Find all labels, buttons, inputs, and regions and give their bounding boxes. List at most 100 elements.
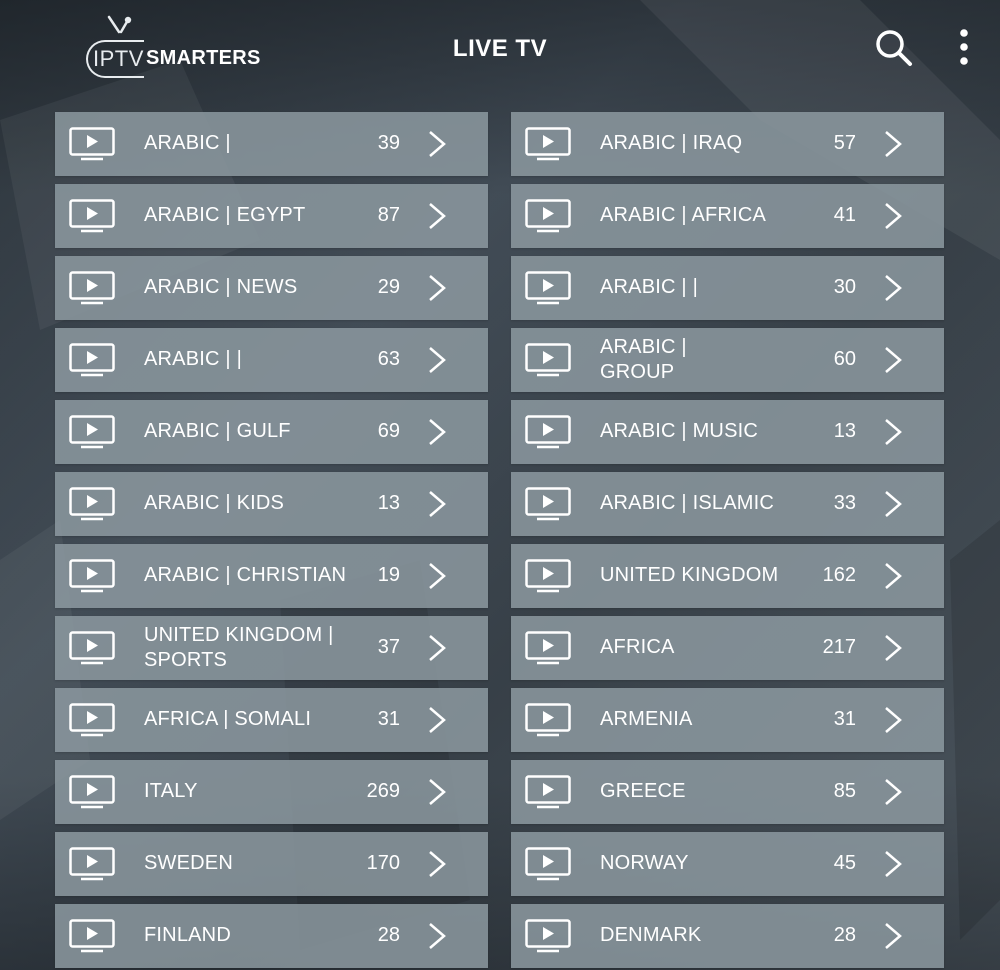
tv-play-icon	[525, 487, 571, 521]
tv-play-icon	[525, 415, 571, 449]
chevron-right-icon	[885, 923, 902, 949]
category-label: UNITED KINGDOM	[600, 564, 779, 587]
category-item[interactable]: SWEDEN 170	[55, 832, 488, 896]
tv-play-icon	[69, 271, 115, 305]
chevron-right-icon	[429, 275, 446, 301]
tv-play-icon	[525, 199, 571, 233]
category-item[interactable]: ARABIC | MUSIC 13	[511, 400, 944, 464]
tv-play-icon	[525, 559, 571, 593]
category-item[interactable]: GREECE 85	[511, 760, 944, 824]
channel-count: 19	[377, 564, 400, 587]
tv-play-icon	[69, 775, 115, 809]
channel-count: 170	[366, 852, 400, 875]
channel-count: 37	[377, 636, 400, 659]
channel-count: 29	[377, 276, 400, 299]
category-item[interactable]: ARABIC | IRAQ 57	[511, 112, 944, 176]
chevron-right-icon	[885, 275, 902, 301]
category-item[interactable]: UNITED KINGDOM | SPORTS 37	[55, 616, 488, 680]
more-options-button[interactable]	[950, 26, 978, 70]
chevron-right-icon	[885, 347, 902, 373]
category-label: SWEDEN	[144, 852, 233, 875]
category-item[interactable]: ARABIC | | 30	[511, 256, 944, 320]
chevron-right-icon	[885, 635, 902, 661]
category-label: ARABIC | |	[600, 276, 698, 299]
channel-count: 31	[377, 708, 400, 731]
category-item[interactable]: ARABIC | | 63	[55, 328, 488, 392]
chevron-right-icon	[429, 707, 446, 733]
category-label: DENMARK	[600, 924, 702, 947]
tv-play-icon	[69, 343, 115, 377]
category-label: ARABIC | NEWS	[144, 276, 298, 299]
chevron-right-icon	[885, 203, 902, 229]
tv-play-icon	[525, 343, 571, 377]
chevron-right-icon	[429, 203, 446, 229]
category-item[interactable]: ARABIC | GROUP 60	[511, 328, 944, 392]
more-vertical-icon	[960, 29, 968, 65]
category-item[interactable]: UNITED KINGDOM 162	[511, 544, 944, 608]
channel-count: 60	[833, 348, 856, 371]
chevron-right-icon	[885, 707, 902, 733]
category-item[interactable]: ARABIC | EGYPT 87	[55, 184, 488, 248]
channel-count: 33	[833, 492, 856, 515]
chevron-right-icon	[429, 491, 446, 517]
search-button[interactable]	[874, 28, 914, 68]
tv-play-icon	[69, 487, 115, 521]
chevron-right-icon	[429, 779, 446, 805]
category-label: AFRICA | SOMALI	[144, 708, 312, 731]
tv-play-icon	[69, 415, 115, 449]
tv-play-icon	[69, 703, 115, 737]
chevron-right-icon	[429, 635, 446, 661]
category-label: ARABIC |	[144, 132, 231, 155]
tv-play-icon	[69, 199, 115, 233]
category-item[interactable]: NORWAY 45	[511, 832, 944, 896]
category-label: UNITED KINGDOM | SPORTS	[144, 623, 334, 671]
channel-count: 13	[377, 492, 400, 515]
tv-play-icon	[525, 919, 571, 953]
tv-play-icon	[69, 631, 115, 665]
category-label: ARABIC | KIDS	[144, 492, 285, 515]
category-label: ARABIC | IRAQ	[600, 132, 743, 155]
channel-count: 41	[833, 204, 856, 227]
channel-count: 45	[833, 852, 856, 875]
chevron-right-icon	[429, 851, 446, 877]
search-icon	[876, 30, 912, 66]
chevron-right-icon	[885, 779, 902, 805]
category-item[interactable]: DENMARK 28	[511, 904, 944, 968]
category-item[interactable]: AFRICA | SOMALI 31	[55, 688, 488, 752]
chevron-right-icon	[885, 491, 902, 517]
category-item[interactable]: ARABIC | GULF 69	[55, 400, 488, 464]
category-label: ARABIC | MUSIC	[600, 420, 759, 443]
category-item[interactable]: ARABIC | AFRICA 41	[511, 184, 944, 248]
tv-play-icon	[525, 271, 571, 305]
app-header: IPTV SMARTERS LIVE TV	[0, 0, 1000, 100]
category-item[interactable]: FINLAND 28	[55, 904, 488, 968]
channel-count: 63	[377, 348, 400, 371]
chevron-right-icon	[885, 851, 902, 877]
channel-count: 69	[377, 420, 400, 443]
chevron-right-icon	[885, 131, 902, 157]
category-item[interactable]: ARABIC | ISLAMIC 33	[511, 472, 944, 536]
chevron-right-icon	[429, 347, 446, 373]
tv-play-icon	[525, 631, 571, 665]
channel-count: 31	[833, 708, 856, 731]
channel-count: 28	[377, 924, 400, 947]
category-item[interactable]: ARABIC | KIDS 13	[55, 472, 488, 536]
chevron-right-icon	[885, 563, 902, 589]
category-item[interactable]: AFRICA 217	[511, 616, 944, 680]
category-item[interactable]: ARMENIA 31	[511, 688, 944, 752]
category-item[interactable]: ITALY 269	[55, 760, 488, 824]
category-label: FINLAND	[144, 924, 231, 947]
chevron-right-icon	[429, 419, 446, 445]
tv-play-icon	[525, 703, 571, 737]
category-label: NORWAY	[600, 852, 689, 875]
category-item[interactable]: ARABIC | NEWS 29	[55, 256, 488, 320]
category-label: ARABIC | |	[144, 348, 242, 371]
tv-play-icon	[525, 847, 571, 881]
category-label: ARABIC | GULF	[144, 420, 291, 443]
category-label: ARABIC | AFRICA	[600, 204, 767, 227]
category-item[interactable]: ARABIC | CHRISTIAN 19	[55, 544, 488, 608]
category-item[interactable]: ARABIC | 39	[55, 112, 488, 176]
tv-play-icon	[525, 775, 571, 809]
category-label: ARABIC | GROUP	[600, 335, 687, 383]
channel-count: 85	[833, 780, 856, 803]
